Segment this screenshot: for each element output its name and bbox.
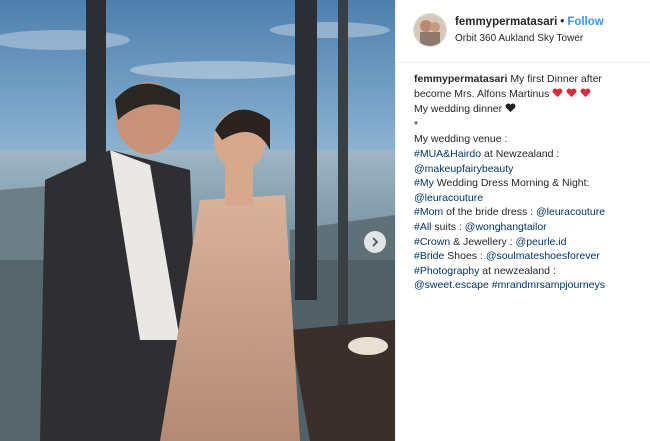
caption-line: become Mrs. Alfons Martinus <box>414 87 646 103</box>
location-link[interactable]: Orbit 360 Aukland Sky Tower <box>455 33 583 44</box>
caption-line: @makeupfairybeauty <box>414 162 646 177</box>
hashtag-link[interactable]: #mrandmrsampjourneys <box>492 279 605 291</box>
mention-link[interactable]: @soulmateshoesforever <box>486 250 600 262</box>
caption-credit-lines: #MUA&Hairdo at Newzealand : @makeupfairyb… <box>414 147 646 293</box>
hashtag-link[interactable]: #Photography <box>414 265 479 277</box>
red-heart-icon <box>566 88 577 103</box>
caption-wedding-dinner: My wedding dinner <box>414 103 503 116</box>
post-side-panel: femmypermatasari • Follow Orbit 360 Auklan… <box>395 0 650 441</box>
caption-line: #Bride Shoes : @soulmateshoesforever <box>414 249 646 264</box>
post-photo[interactable] <box>0 0 395 441</box>
hashtag-link[interactable]: #Crown <box>414 236 450 248</box>
caption-intro-1: My first Dinner after <box>510 73 602 85</box>
caption-text: at Newzealand : <box>481 147 560 160</box>
caption-text: at newzealand : <box>479 264 556 277</box>
red-heart-icon <box>552 88 563 103</box>
header-username-row: femmypermatasari • Follow <box>455 16 604 28</box>
hashtag-link[interactable]: #Mom <box>414 206 443 218</box>
caption-text: Shoes : <box>444 250 486 263</box>
caption-line: #MUA&Hairdo at Newzealand : <box>414 147 646 162</box>
username-link[interactable]: femmypermatasari <box>455 16 557 28</box>
mention-link[interactable]: @peurle.id <box>516 236 567 248</box>
caption-line: femmypermatasari My first Dinner after <box>414 72 646 87</box>
hashtag-link[interactable]: #MUA&Hairdo <box>414 148 481 160</box>
caption-intro-2: become Mrs. Alfons Martinus <box>414 87 550 100</box>
separator-dot: • <box>560 16 565 28</box>
caption-text: suits : <box>431 220 465 233</box>
post-image <box>0 0 395 441</box>
caption-line: #My Wedding Dress Morning & Night: <box>414 176 646 191</box>
chevron-right-icon <box>370 237 380 247</box>
mention-link[interactable]: @makeupfairybeauty <box>414 163 513 175</box>
caption-text: of the bride dress : <box>443 206 536 219</box>
caption-venue-label: My wedding venue : <box>414 133 508 146</box>
caption-text: & Jewellery : <box>450 235 516 248</box>
caption-line: #All suits : @wonghangtailor <box>414 220 646 235</box>
red-heart-icon <box>580 88 591 103</box>
caption-separator: * <box>414 118 419 131</box>
avatar[interactable] <box>413 13 447 47</box>
caption-line: My wedding dinner <box>414 102 646 118</box>
next-photo-button[interactable] <box>364 231 386 253</box>
post-header: femmypermatasari • Follow Orbit 360 Auklan… <box>396 0 650 63</box>
caption-line: #Photography at newzealand : <box>414 264 646 279</box>
hashtag-link[interactable]: #All <box>414 221 432 233</box>
caption-line: @sweet.escape #mrandmrsampjourneys <box>414 278 646 293</box>
caption-text: Wedding Dress Morning & Night: <box>433 177 590 190</box>
caption-line: #Mom of the bride dress : @leuracouture <box>414 205 646 220</box>
caption-line: #Crown & Jewellery : @peurle.id <box>414 235 646 250</box>
black-heart-icon <box>505 103 516 118</box>
mention-link[interactable]: @leuracouture <box>414 192 483 204</box>
mention-link[interactable]: @wonghangtailor <box>465 221 547 233</box>
mention-link[interactable]: @leuracouture <box>536 206 605 218</box>
caption: femmypermatasari My first Dinner after b… <box>414 72 646 293</box>
caption-line: @leuracouture <box>414 191 646 206</box>
follow-button[interactable]: Follow <box>567 16 603 28</box>
caption-username[interactable]: femmypermatasari <box>414 73 507 85</box>
hashtag-link[interactable]: #My <box>414 177 434 189</box>
mention-link[interactable]: @sweet.escape <box>414 279 489 291</box>
hashtag-link[interactable]: #Bride <box>414 250 444 262</box>
